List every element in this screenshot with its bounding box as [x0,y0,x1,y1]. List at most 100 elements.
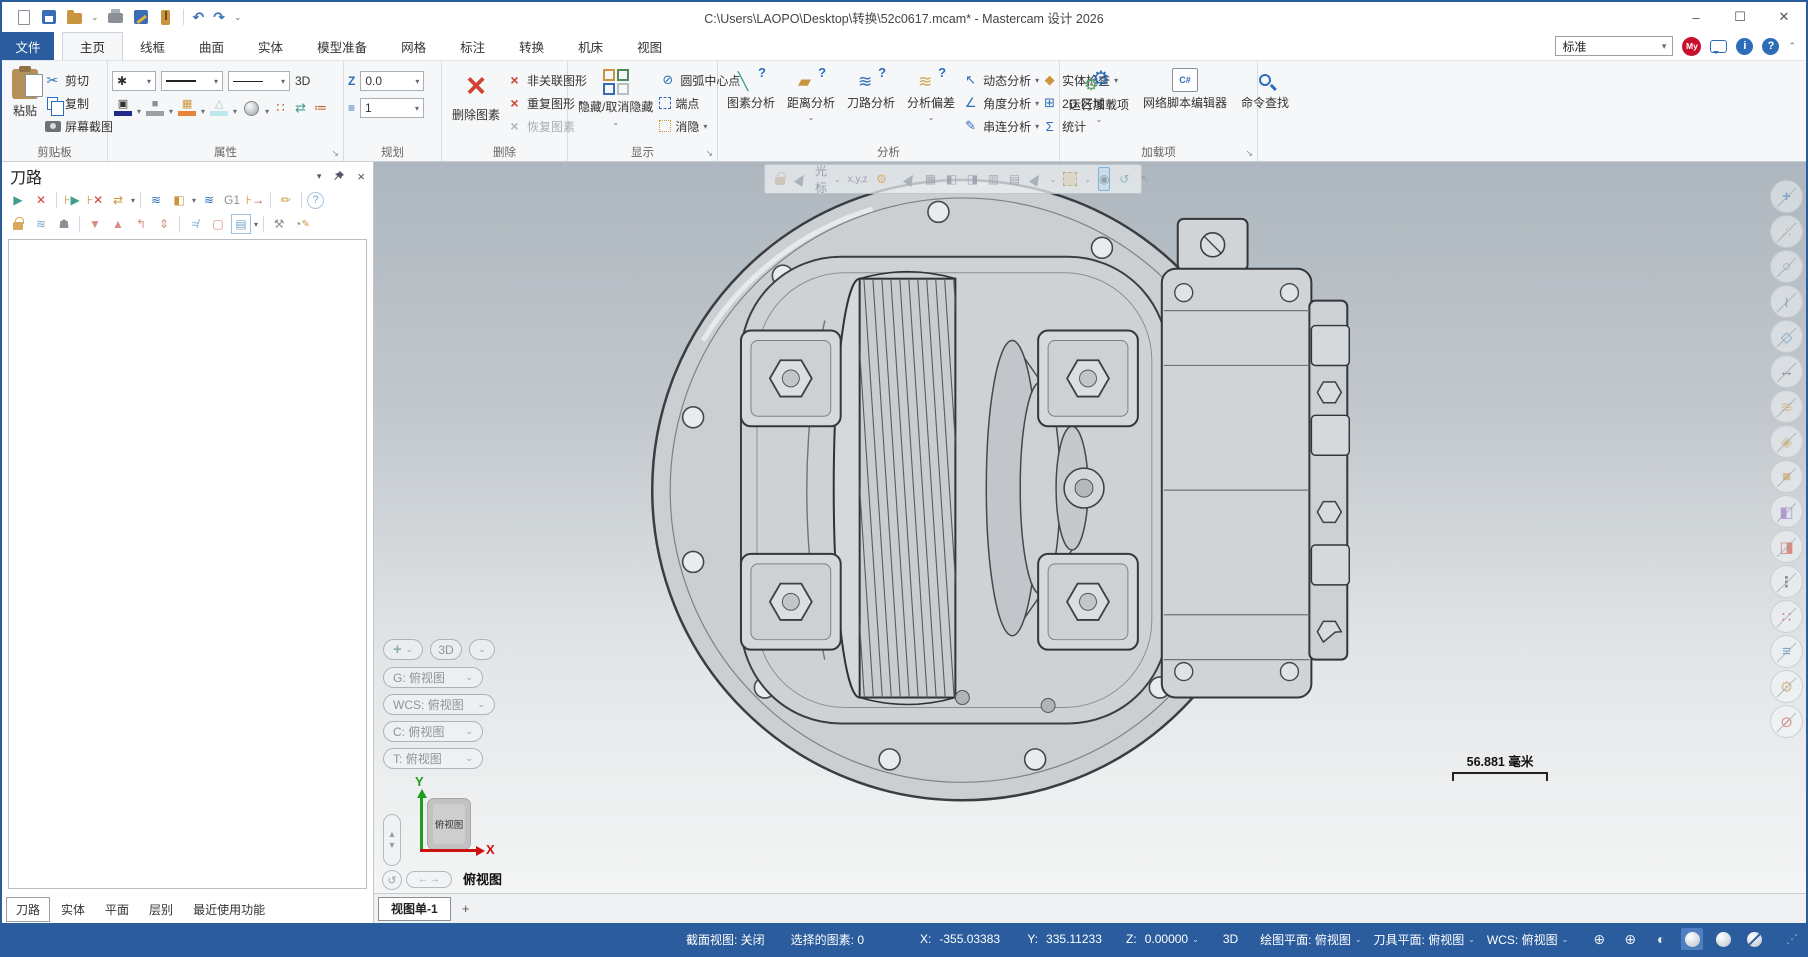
customize-qat-icon[interactable]: ⌄ [234,12,242,23]
help-icon[interactable]: ? [1762,38,1779,55]
select-last-icon[interactable] [1029,169,1043,189]
minimize-button[interactable]: – [1674,2,1718,32]
cursor-select-icon[interactable] [794,169,808,189]
cplane-pill[interactable]: C: 俯视图⌄ [383,721,483,742]
simulator-options-icon[interactable]: ≋ [199,190,219,210]
appearance-hidden-line-icon[interactable]: ⊕ [1619,928,1641,950]
panel-tab-toolpaths[interactable]: 刀路 [6,897,50,922]
command-finder-button[interactable]: 命令查找 [1236,65,1294,114]
window-select-icon[interactable] [1063,172,1077,186]
panel-tab-planes[interactable]: 平面 [96,898,138,921]
gview-plane-pill[interactable]: G: 俯视图⌄ [383,667,483,688]
point-style-select[interactable]: ✱▾ [112,71,156,91]
screenshot-button[interactable]: 屏幕截图 [44,116,113,136]
quickmask-levels-icon[interactable]: ≡ [1770,635,1803,668]
graphics-canvas[interactable]: 光标 ⌄ x,y,z ⚙ ▦ ◧ ◨ ▥ ▤ ⌄ ⌄ ◉ ↺ [374,162,1806,893]
move-insert-down-icon[interactable]: ▼ [85,214,105,234]
select-solid-body-icon[interactable]: ◨ [966,169,980,189]
wcs-plane-pill[interactable]: WCS: 俯视图⌄ [383,694,495,715]
verify-dropdown-icon[interactable]: ▾ [192,196,196,205]
panel-tab-solids[interactable]: 实体 [52,898,94,921]
set-attributes-icon[interactable]: ∷ [272,99,289,116]
select-solid-back-icon[interactable]: ▥ [987,169,1001,189]
run-addin-button[interactable]: ⚙⚙ 运行加载项⌄ [1064,65,1134,127]
quickmask-settings-icon[interactable]: ⚙ [1770,670,1803,703]
regen-dropdown-icon[interactable]: ▾ [131,196,135,205]
dimension-mode-toggle[interactable]: 3D [1223,932,1238,946]
view-sheet-tab[interactable]: 视图单-1 [378,897,451,921]
appearance-no-hidden-icon[interactable]: ◐ [1650,928,1672,950]
quickmask-surfaces-icon[interactable]: ≋ [1770,390,1803,423]
style-preset-select[interactable]: 标准▾ [1555,36,1673,56]
my-mastercam-icon[interactable]: My [1682,37,1701,56]
scroll-insert-icon[interactable]: ⇕ [154,214,174,234]
save-as-icon[interactable] [133,9,149,25]
analyze-distance-button[interactable]: ▰? 距离分析⌄ [782,65,840,125]
pin-icon[interactable] [333,170,345,182]
quickmask-group-color-icon[interactable]: ◨ [1770,530,1803,563]
tplane-status[interactable]: 刀具平面: 俯视图 [1374,931,1465,948]
select-arrow-icon[interactable] [903,169,917,189]
info-icon[interactable]: i [1736,38,1753,55]
x-coordinate-value[interactable]: -355.03383 [939,932,1009,946]
script-editor-button[interactable]: C# 网络脚本编辑器 [1138,65,1232,114]
tab-mesh[interactable]: 网格 [384,32,443,60]
toolpath-wand-icon[interactable]: ✎ [272,186,300,214]
appearance-shaded-edges-icon[interactable] [1712,928,1734,950]
panel-menu-icon[interactable]: ▾ [317,171,322,182]
attributes-manager-icon[interactable]: ≔ [312,99,329,116]
add-view-sheet-button[interactable]: + [453,901,479,916]
match-attributes-icon[interactable]: ⇄ [292,99,309,116]
display-only-associated-icon[interactable]: ▢ [208,214,228,234]
appearance-translucent-icon[interactable] [1743,928,1765,950]
post-selected-icon[interactable]: ⊦→ [245,190,265,210]
z-depth-input[interactable]: 0.0▾ [360,71,424,91]
select-all-operations-icon[interactable]: ▶ [8,190,28,210]
analyze-deviation-button[interactable]: ≋? 分析偏差⌄ [902,65,960,125]
regen-all-dirty-icon[interactable]: ⇄ [108,190,128,210]
solid-color-chip[interactable]: ■ [144,98,166,116]
new-file-icon[interactable] [16,9,32,25]
dynamic-analysis-button[interactable]: ↖动态分析▾ [962,70,1039,90]
quickmask-splines-icon[interactable]: ≀ [1770,285,1803,318]
open-dropdown-icon[interactable]: ⌄ [91,12,99,23]
print-icon[interactable] [108,9,124,25]
vertical-pan-control[interactable]: ▲▼ [383,814,401,866]
paste-button[interactable]: 粘贴 [6,65,44,123]
only-display-selected-icon[interactable]: ≉ [185,214,205,234]
tab-model-prep[interactable]: 模型准备 [300,32,384,60]
panel-close-icon[interactable]: × [357,169,365,184]
z-coordinate-value[interactable]: 0.00000 [1145,932,1188,946]
quickmask-solids-icon[interactable]: ■ [1770,460,1803,493]
select-circles-toggle-icon[interactable]: ◉ [1098,167,1110,191]
display-options-icon[interactable]: ▤ [231,214,251,234]
collapse-ribbon-icon[interactable]: ⌃ [1788,41,1796,52]
save-icon[interactable] [41,9,57,25]
select-solid-face-icon[interactable]: ◧ [945,169,959,189]
backplot-icon[interactable]: ≋ [146,190,166,210]
line-style-select[interactable]: ▾ [161,71,223,91]
quickmask-clear-all-icon[interactable]: ⊘ [1770,705,1803,738]
tab-machine[interactable]: 机床 [561,32,620,60]
lock-icon[interactable] [8,214,28,234]
chain-analysis-button[interactable]: ✎串连分析▾ [962,116,1039,136]
ghost-toolpath-icon[interactable]: ☗ [54,214,74,234]
machine-group-setup-icon[interactable]: ⚒ [269,214,289,234]
undo-icon[interactable]: ↶ [193,9,205,26]
tab-wireframe[interactable]: 线框 [123,32,182,60]
horizontal-pan-control[interactable]: ←→ [406,871,452,888]
quickmask-result-color-icon[interactable]: ◧ [1770,495,1803,528]
cplane-status[interactable]: 绘图平面: 俯视图 [1260,931,1351,948]
tab-transform[interactable]: 转换 [502,32,561,60]
toolpaths-list[interactable] [8,239,367,889]
quickmask-wireframe-icon[interactable]: ◇ [1770,320,1803,353]
angle-analysis-button[interactable]: ∠角度分析▾ [962,93,1039,113]
addins-launcher-icon[interactable]: ↘ [1245,148,1253,159]
invalidate-selected-icon[interactable]: ⊦✕ [85,190,105,210]
zip2go-icon[interactable] [158,9,174,25]
select-verify-solid-icon[interactable]: ▦ [924,169,938,189]
undo-selection-icon[interactable]: ↖ [1138,169,1152,189]
g1-post-icon[interactable]: G1 [222,190,242,210]
feedback-icon[interactable] [1710,40,1727,53]
display-launcher-icon[interactable]: ↘ [705,148,713,159]
